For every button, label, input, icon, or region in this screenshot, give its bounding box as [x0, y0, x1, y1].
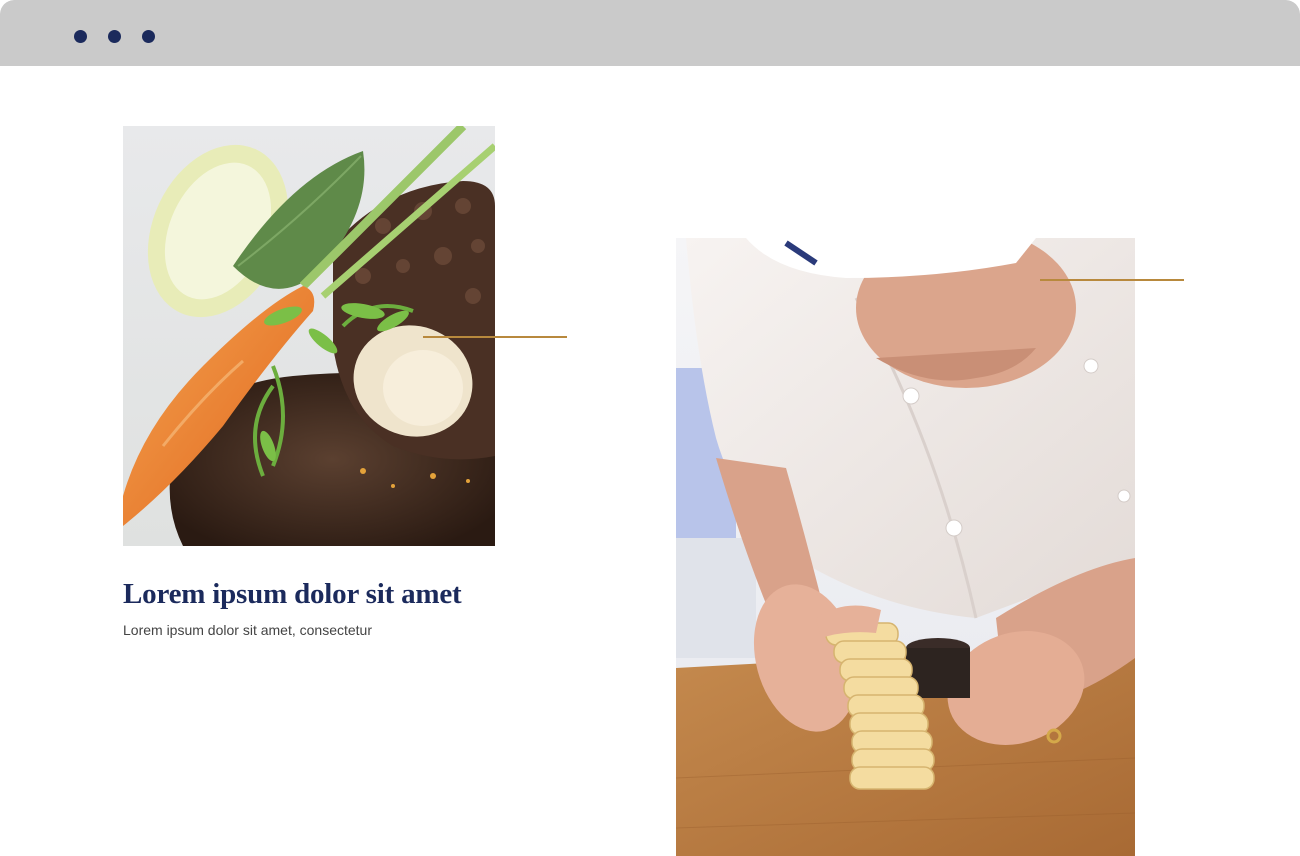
- accent-line: [1040, 279, 1184, 281]
- card-subtitle: Lorem ipsum dolor sit amet, consectetur: [123, 622, 372, 638]
- window-dot-icon[interactable]: [142, 30, 155, 43]
- window-titlebar: [0, 0, 1300, 66]
- browser-window: Lorem ipsum dolor sit amet Lorem ipsum d…: [0, 0, 1300, 856]
- chef-photo: [676, 238, 1135, 856]
- accent-line: [423, 336, 567, 338]
- window-dot-icon[interactable]: [108, 30, 121, 43]
- window-dot-icon[interactable]: [74, 30, 87, 43]
- card-title: Lorem ipsum dolor sit amet: [123, 578, 462, 610]
